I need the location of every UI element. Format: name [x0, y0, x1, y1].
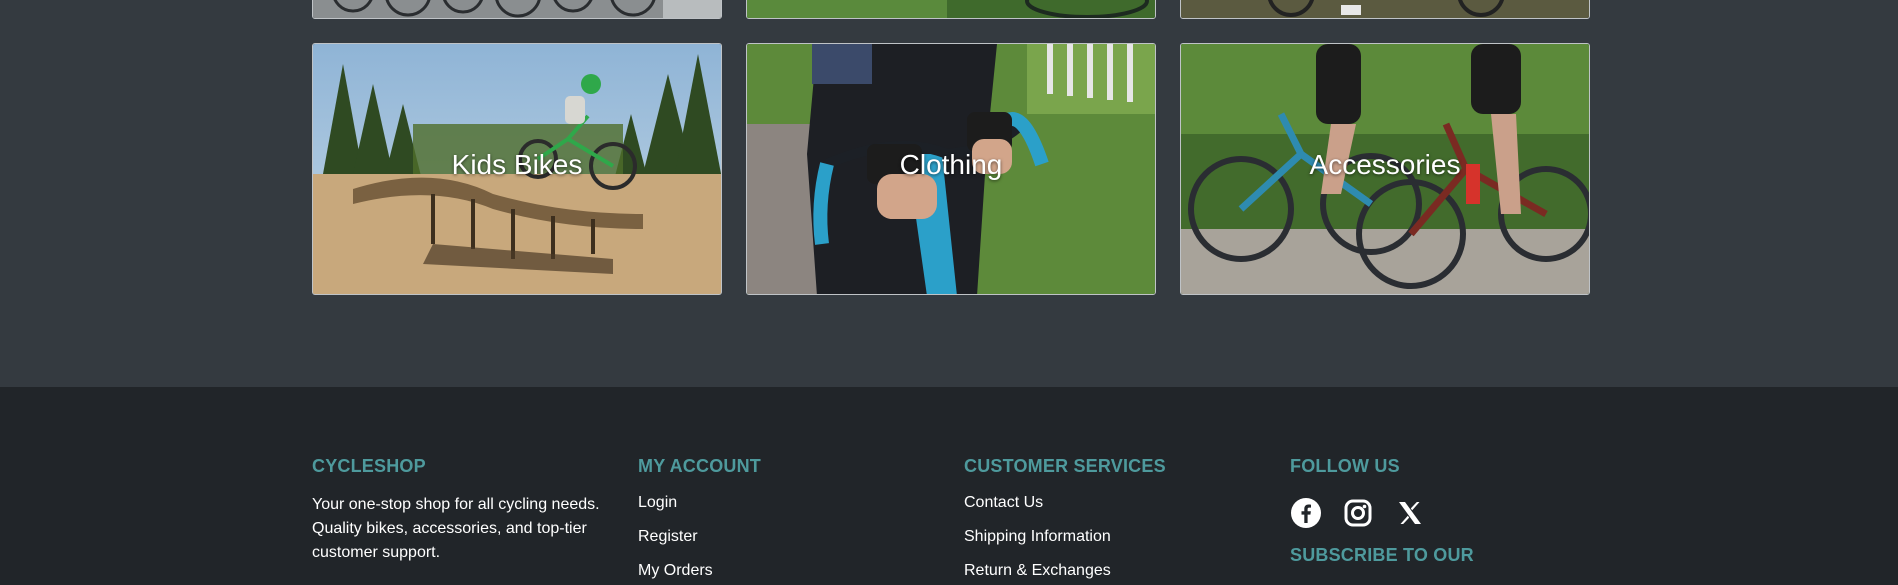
tile-image	[747, 0, 1155, 18]
instagram-icon[interactable]	[1342, 497, 1374, 529]
facebook-icon[interactable]	[1290, 497, 1322, 529]
site-footer: CYCLESHOP Your one-stop shop for all cyc…	[0, 387, 1898, 585]
footer-subscribe-title: SUBSCRIBE TO OUR	[1290, 545, 1474, 565]
x-icon[interactable]	[1394, 497, 1426, 529]
footer-link-shipping-information[interactable]: Shipping Information	[964, 527, 1166, 547]
category-tile-accessories[interactable]: Accessories	[1180, 43, 1590, 295]
category-label: Clothing	[899, 149, 1003, 180]
category-tile-partial-3[interactable]	[1180, 0, 1590, 19]
footer-link-login[interactable]: Login	[638, 493, 761, 513]
social-links	[1290, 497, 1474, 529]
tile-image	[1181, 0, 1589, 18]
footer-follow-column: FOLLOW US SUBSCRIBE TO OUR	[1290, 456, 1474, 566]
category-row: Kids Bikes Clothing Accessories	[312, 43, 1590, 295]
category-tile-kids-bikes[interactable]: Kids Bikes	[312, 43, 722, 295]
footer-follow-title: FOLLOW US	[1290, 456, 1400, 476]
footer-brand-title: CYCLESHOP	[312, 456, 426, 476]
footer-link-return-exchanges[interactable]: Return & Exchanges	[964, 561, 1166, 581]
category-label: Accessories	[1309, 149, 1461, 180]
footer-account-column: MY ACCOUNT Login Register My Orders	[638, 456, 761, 585]
footer-link-my-orders[interactable]: My Orders	[638, 561, 761, 581]
footer-services-title: CUSTOMER SERVICES	[964, 456, 1166, 476]
footer-services-column: CUSTOMER SERVICES Contact Us Shipping In…	[964, 456, 1166, 585]
category-tile-clothing[interactable]: Clothing	[746, 43, 1156, 295]
category-tile-partial-2[interactable]	[746, 0, 1156, 19]
footer-account-title: MY ACCOUNT	[638, 456, 761, 476]
footer-brand-description: Your one-stop shop for all cycling needs…	[312, 496, 600, 561]
footer-link-register[interactable]: Register	[638, 527, 761, 547]
category-label: Kids Bikes	[451, 149, 583, 180]
tile-image	[313, 0, 721, 18]
category-row-partial	[312, 0, 1590, 19]
category-tile-partial-1[interactable]	[312, 0, 722, 19]
footer-brand-column: CYCLESHOP Your one-stop shop for all cyc…	[312, 456, 612, 565]
footer-link-contact-us[interactable]: Contact Us	[964, 493, 1166, 513]
